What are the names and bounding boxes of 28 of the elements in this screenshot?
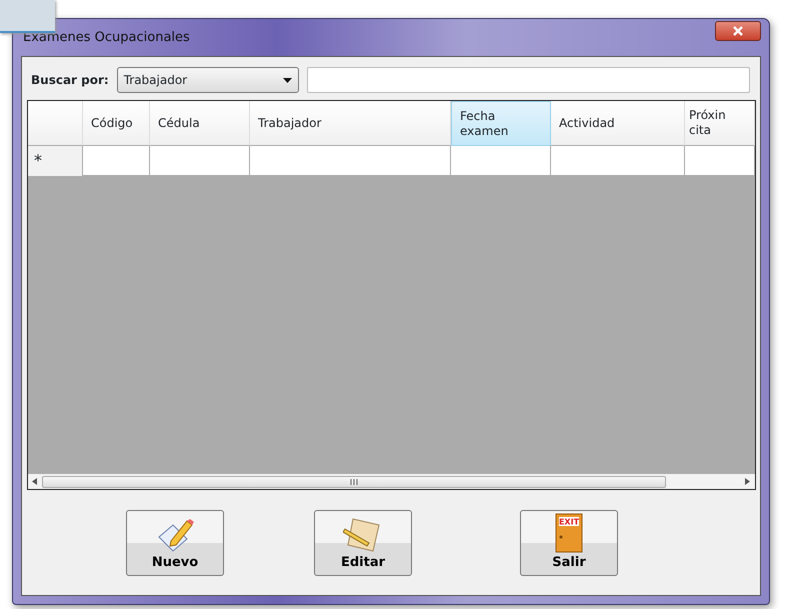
row-header-corner	[28, 101, 83, 146]
horizontal-scrollbar[interactable]	[28, 474, 755, 489]
close-button[interactable]	[715, 20, 761, 40]
scroll-right-icon[interactable]	[745, 478, 751, 485]
new-row-marker: *	[28, 146, 83, 176]
close-icon	[732, 26, 744, 36]
table-cell[interactable]	[551, 146, 685, 176]
table-cell[interactable]	[250, 146, 451, 176]
column-header[interactable]: Fecha examen	[451, 101, 551, 146]
column-header[interactable]: Actividad	[551, 101, 685, 146]
exit-button[interactable]: EXIT Salir	[520, 510, 618, 576]
column-header[interactable]: Cédula	[150, 101, 250, 146]
table-cell[interactable]	[685, 146, 755, 176]
search-by-dropdown[interactable]: Trabajador	[116, 67, 299, 93]
dropdown-arrow-icon	[282, 78, 292, 82]
table-cell[interactable]	[150, 146, 250, 176]
search-label: Buscar por:	[31, 72, 109, 89]
column-header[interactable]: Próxin cita	[685, 101, 755, 146]
table-cell[interactable]	[451, 146, 551, 176]
column-header[interactable]: Trabajador	[250, 101, 451, 146]
window-title: Examenes Ocupacionales	[23, 28, 190, 47]
table-cell[interactable]	[83, 146, 150, 176]
scrollbar-thumb[interactable]	[42, 476, 666, 488]
scroll-left-icon[interactable]	[32, 478, 38, 485]
column-header[interactable]: Código	[83, 101, 150, 146]
new-button[interactable]: Nuevo	[126, 510, 224, 576]
edit-button[interactable]: Editar	[314, 510, 412, 576]
search-field[interactable]	[306, 67, 750, 93]
